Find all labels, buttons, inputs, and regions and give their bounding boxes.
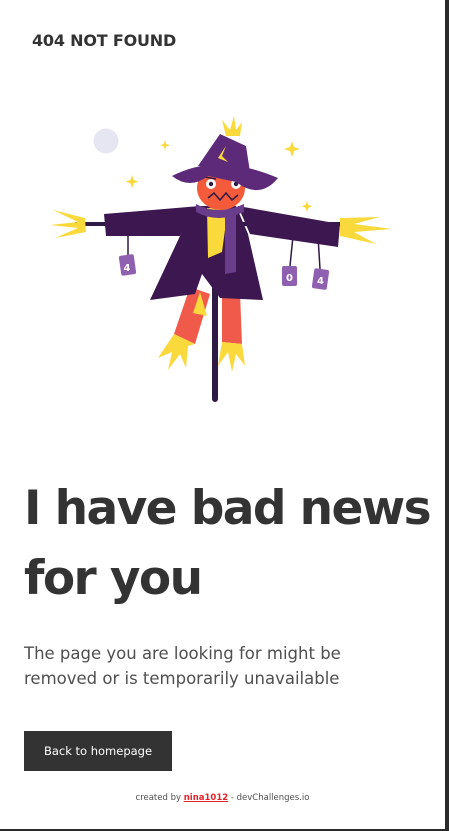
hat-straw [222, 116, 242, 136]
footer-credit: created by nina1012 - devChallenges.io [0, 793, 445, 803]
error-message: The page you are looking for might be re… [24, 644, 341, 688]
footer-prefix: created by [135, 793, 182, 803]
moon-shape [93, 128, 119, 154]
can-label-2: 0 [286, 273, 293, 284]
back-to-homepage-button[interactable]: Back to homepage [24, 731, 172, 771]
window-frame-right [445, 0, 449, 831]
brand-title: 404 NOT FOUND [32, 31, 177, 50]
right-leg [222, 292, 242, 344]
hat-top [198, 134, 250, 172]
right-sleeve [238, 206, 340, 247]
page-headline: I have bad news for you [24, 481, 432, 606]
right-straw-foot [218, 342, 245, 372]
author-link[interactable]: nina1012 [184, 793, 228, 803]
scarecrow-illustration: 4 0 4 [50, 116, 392, 402]
can-label-1: 4 [124, 263, 131, 274]
can-label-3: 4 [317, 276, 324, 287]
right-straw-hand [340, 217, 392, 244]
footer-suffix: - devChallenges.io [230, 793, 310, 803]
left-straw-hand [50, 210, 86, 238]
